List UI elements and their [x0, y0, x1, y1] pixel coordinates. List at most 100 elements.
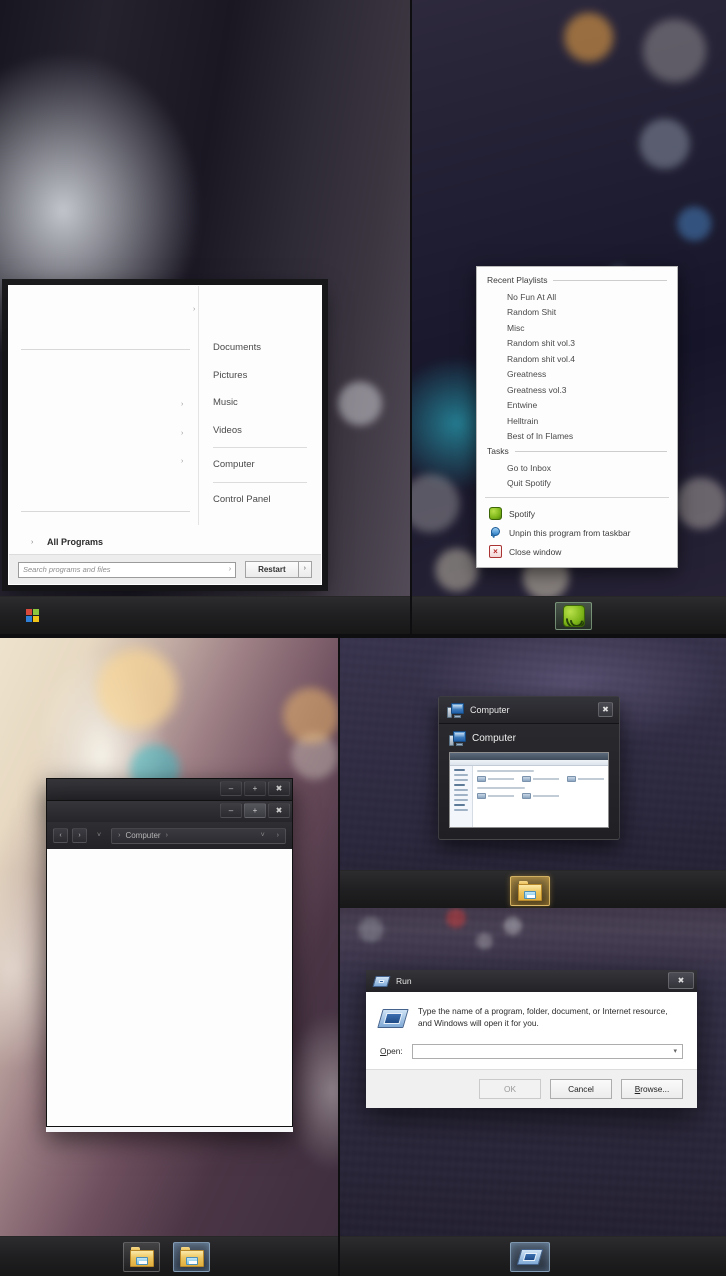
start-menu-item-pictures[interactable]: Pictures — [213, 362, 321, 390]
restart-button[interactable]: Restart — [245, 561, 299, 578]
start-menu-item-videos[interactable]: Videos — [213, 417, 321, 445]
explorer-navigation-bar[interactable]: ‹ › ˅ › Computer › ˅ › — [46, 822, 293, 849]
search-input[interactable]: Search programs and files › — [18, 561, 237, 578]
folder-icon — [129, 1246, 154, 1267]
jumplist-task-quit-spotify[interactable]: Quit Spotify — [477, 476, 677, 492]
chevron-right-icon: › — [181, 430, 184, 437]
forward-button[interactable]: › — [72, 828, 87, 843]
jumplist-action-label: Unpin this program from taskbar — [509, 527, 631, 538]
thumbnail-title-bar — [450, 753, 608, 760]
computer-icon — [447, 702, 464, 718]
taskbar-button-spotify[interactable] — [555, 601, 592, 630]
back-button[interactable]: ‹ — [53, 828, 68, 843]
run-icon — [516, 1248, 544, 1265]
start-menu-item-control-panel[interactable]: Control Panel — [213, 486, 321, 514]
jumplist-playlist-item[interactable]: Misc — [477, 320, 677, 336]
start-menu[interactable]: › › › › Documents Pictures Music Videos … — [8, 285, 322, 585]
spotify-icon — [489, 507, 502, 520]
jumplist-playlist-item[interactable]: Entwine — [477, 398, 677, 414]
jumplist-playlist-item[interactable]: Best of In Flames — [477, 429, 677, 445]
breadcrumb-label-computer[interactable]: Computer — [125, 831, 160, 840]
window-controls[interactable]: – + ✖ — [220, 781, 290, 796]
spotify-jumplist-menu[interactable]: Recent Playlists No Fun At All Random Sh… — [476, 266, 678, 568]
jumplist-action-close-window[interactable]: × Close window — [477, 542, 677, 561]
taskbar[interactable] — [412, 596, 726, 634]
explorer-content-pane[interactable] — [46, 849, 293, 1127]
spotify-icon — [562, 604, 585, 627]
taskbar-button-explorer-active[interactable] — [173, 1241, 210, 1272]
run-dialog-body: Type the name of a program, folder, docu… — [366, 992, 697, 1069]
run-dialog[interactable]: Run ✖ Type the name of a program, folder… — [366, 970, 697, 1108]
breadcrumb[interactable]: › Computer › ˅ › — [111, 827, 286, 844]
minimize-button[interactable]: – — [220, 781, 242, 796]
taskbar-button-run[interactable] — [510, 1241, 550, 1272]
divider — [213, 447, 307, 448]
panel-explorer-windows: – + ✖ – + ✖ ‹ › ˅ › Computer › ˅ › — [0, 638, 338, 1276]
window-controls[interactable]: – + ✖ — [220, 803, 290, 818]
taskbar[interactable] — [0, 596, 410, 634]
refresh-icon[interactable]: ˅ — [261, 832, 265, 839]
jumplist-action-label: Close window — [509, 546, 562, 557]
run-title-bar[interactable]: Run ✖ — [366, 970, 697, 992]
jumplist-playlist-item[interactable]: Greatness — [477, 367, 677, 383]
run-description: Type the name of a program, folder, docu… — [418, 1006, 668, 1028]
close-button[interactable]: ✖ — [598, 702, 613, 717]
panel-run-dialog: Run ✖ Type the name of a program, folder… — [340, 908, 726, 1276]
open-label: Open: — [380, 1046, 403, 1057]
start-menu-right-column[interactable]: Documents Pictures Music Videos Computer… — [199, 286, 321, 525]
explorer-window-computer[interactable]: – + ✖ ‹ › ˅ › Computer › ˅ › — [46, 800, 293, 1132]
window-title-bar[interactable]: – + ✖ — [46, 800, 293, 822]
taskbar-button-computer[interactable] — [510, 875, 550, 906]
close-button[interactable]: ✖ — [268, 803, 290, 818]
taskbar[interactable] — [0, 1236, 338, 1276]
browse-button[interactable]: Browse... — [621, 1078, 683, 1099]
screenshot-collage: › › › › Documents Pictures Music Videos … — [0, 0, 726, 1276]
chevron-down-icon[interactable]: ▾ — [673, 1047, 682, 1055]
ok-button[interactable]: OK — [479, 1078, 541, 1099]
aero-peek-preview[interactable]: Computer ✖ Computer — [438, 696, 620, 840]
minimize-button[interactable]: – — [220, 803, 242, 818]
panel-start-menu: › › › › Documents Pictures Music Videos … — [0, 0, 410, 634]
jumplist-playlist-item[interactable]: No Fun At All — [477, 289, 677, 305]
restart-button-group[interactable]: Restart › — [245, 561, 312, 578]
thumbnail-nav-pane — [450, 766, 473, 827]
start-menu-left-column[interactable]: › › › › — [9, 286, 199, 525]
search-icon[interactable]: › — [277, 832, 279, 839]
taskbar[interactable] — [340, 870, 726, 910]
jumplist-task-go-to-inbox[interactable]: Go to Inbox — [477, 460, 677, 476]
jumplist-playlist-item[interactable]: Random shit vol.4 — [477, 351, 677, 367]
chevron-right-icon: › — [181, 458, 184, 465]
start-menu-item-music[interactable]: Music — [213, 389, 321, 417]
all-programs-button[interactable]: › All Programs — [9, 531, 321, 553]
restart-options-chevron-icon[interactable]: › — [298, 561, 312, 578]
maximize-button[interactable]: + — [244, 803, 266, 818]
taskbar-button-explorer[interactable] — [123, 1241, 160, 1272]
jumplist-section-tasks: Tasks — [477, 444, 677, 460]
jumplist-action-open-spotify[interactable]: Spotify — [477, 504, 677, 523]
start-menu-item-computer[interactable]: Computer — [213, 451, 321, 479]
start-button[interactable] — [20, 604, 44, 628]
maximize-button[interactable]: + — [244, 781, 266, 796]
jumplist-action-unpin[interactable]: Unpin this program from taskbar — [477, 523, 677, 542]
breadcrumb-trail-chevron-icon[interactable]: › — [166, 832, 168, 839]
close-button[interactable]: ✖ — [668, 972, 694, 989]
peek-header-title: Computer — [470, 705, 510, 715]
window-thumbnail[interactable] — [449, 752, 609, 828]
close-button[interactable]: ✖ — [268, 781, 290, 796]
breadcrumb-lead-chevron-icon: › — [118, 832, 121, 839]
start-menu-item-documents[interactable]: Documents — [213, 334, 321, 362]
jumplist-playlist-item[interactable]: Random Shit — [477, 305, 677, 321]
peek-header[interactable]: Computer ✖ — [439, 697, 619, 724]
chevron-right-icon: › — [181, 401, 184, 408]
recent-locations-button[interactable]: ˅ — [91, 828, 107, 844]
peek-preview-title: Computer — [472, 733, 516, 744]
jumplist-playlist-item[interactable]: Greatness vol.3 — [477, 382, 677, 398]
jumplist-playlist-item[interactable]: Random shit vol.3 — [477, 336, 677, 352]
open-combobox[interactable]: ▾ — [411, 1043, 683, 1059]
cancel-button[interactable]: Cancel — [550, 1078, 612, 1099]
taskbar[interactable] — [340, 1236, 726, 1276]
window-title-bar[interactable]: – + ✖ — [46, 778, 293, 800]
run-dialog-footer: OK Cancel Browse... — [366, 1068, 697, 1108]
chevron-right-icon: › — [228, 566, 232, 573]
jumplist-playlist-item[interactable]: Helltrain — [477, 413, 677, 429]
